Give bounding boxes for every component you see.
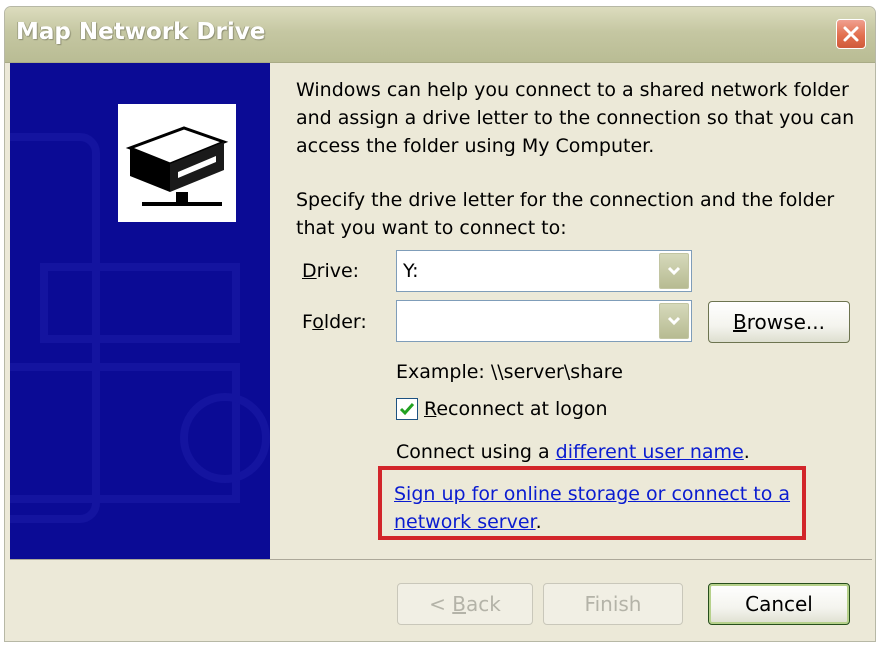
example-text: Example: \\server\share bbox=[396, 361, 623, 383]
folder-dropdown-button[interactable] bbox=[659, 303, 689, 339]
chevron-down-icon bbox=[667, 316, 681, 326]
highlight-annotation-box bbox=[378, 466, 806, 540]
drive-select[interactable]: Y: bbox=[396, 250, 692, 292]
drive-select-value: Y: bbox=[403, 260, 419, 282]
cancel-button[interactable]: Cancel bbox=[708, 583, 850, 625]
finish-button[interactable]: Finish bbox=[543, 583, 683, 625]
chevron-down-icon bbox=[667, 266, 681, 276]
close-button[interactable] bbox=[836, 19, 866, 49]
folder-label: Folder: bbox=[302, 311, 367, 333]
folder-select[interactable] bbox=[396, 300, 692, 342]
instruction-text: Specify the drive letter for the connect… bbox=[296, 189, 835, 239]
browse-button[interactable]: Browse... bbox=[708, 301, 850, 343]
drive-label: Drive: bbox=[302, 260, 360, 282]
reconnect-checkbox[interactable] bbox=[396, 398, 418, 420]
reconnect-label[interactable]: Reconnect at logon bbox=[424, 398, 608, 420]
drive-dropdown-button[interactable] bbox=[659, 253, 689, 289]
back-button[interactable]: < Back bbox=[397, 583, 533, 625]
wizard-banner bbox=[10, 63, 270, 559]
checkmark-icon bbox=[399, 403, 415, 416]
title-bar[interactable]: Map Network Drive bbox=[5, 7, 875, 63]
connect-using-text: Connect using a different user name. bbox=[396, 441, 750, 463]
close-icon bbox=[843, 26, 859, 42]
window-title: Map Network Drive bbox=[16, 19, 266, 45]
intro-text: Windows can help you connect to a shared… bbox=[296, 79, 855, 157]
network-drive-icon bbox=[118, 104, 236, 222]
different-user-name-link[interactable]: different user name bbox=[556, 441, 744, 463]
